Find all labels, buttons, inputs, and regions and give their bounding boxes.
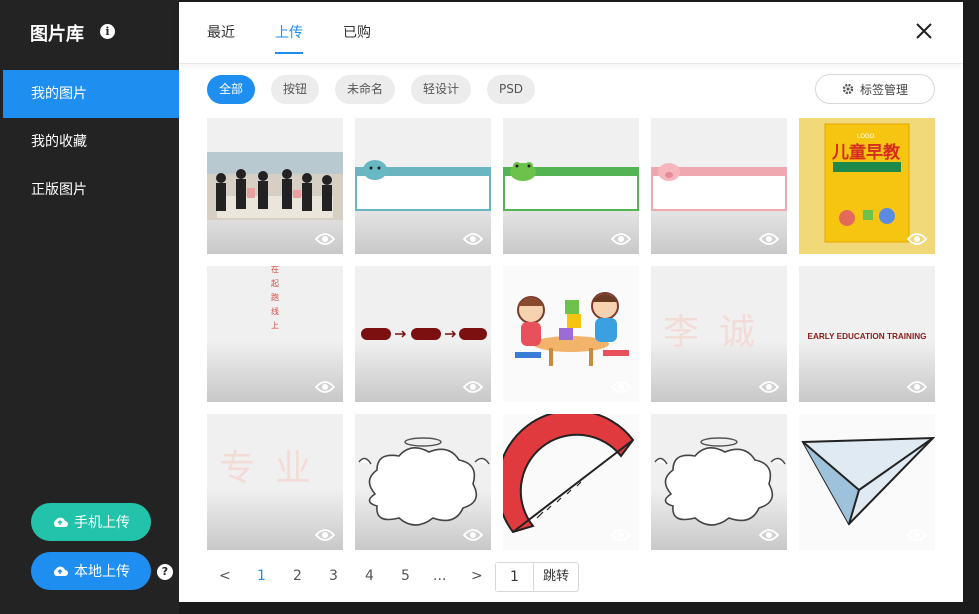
preview-eye-icon[interactable]	[907, 232, 927, 246]
filter-all[interactable]: 全部	[207, 75, 255, 104]
preview-eye-icon[interactable]	[315, 380, 335, 394]
sidebar-item-my-images[interactable]: 我的图片	[3, 70, 179, 118]
page-5[interactable]: 5	[401, 568, 410, 584]
tag-manage-button[interactable]: 标签管理	[815, 74, 935, 104]
image-thumb-elephant-banner[interactable]	[355, 118, 491, 254]
prev-page-button[interactable]: <	[219, 568, 231, 584]
filter-button[interactable]: 按钮	[271, 75, 319, 104]
gear-icon	[842, 83, 854, 95]
image-thumb-classroom-photo[interactable]	[207, 118, 343, 254]
image-thumb-kids-blocks[interactable]	[503, 266, 639, 402]
early-education-text-label: EARLY EDUCATION TRAINING	[807, 332, 926, 341]
preview-eye-icon[interactable]	[907, 380, 927, 394]
preview-eye-icon[interactable]	[611, 380, 631, 394]
page-ellipsis: ...	[433, 568, 447, 584]
image-thumb-frog-banner[interactable]	[503, 118, 639, 254]
tag-manage-label: 标签管理	[859, 82, 908, 97]
help-icon[interactable]: ?	[157, 564, 173, 580]
page-1[interactable]: 1	[257, 568, 266, 584]
sidebar-title: 图片库	[30, 24, 84, 45]
page-4[interactable]: 4	[365, 568, 374, 584]
sidebar: 图片库 i 我的图片 我的收藏 正版图片 手机上传 本地上传 ?	[0, 0, 179, 614]
tab-recent[interactable]: 最近	[207, 22, 235, 42]
image-thumb-faded-text-2[interactable]: 专业	[207, 414, 343, 550]
filter-light-design[interactable]: 轻设计	[411, 75, 471, 104]
local-upload-label: 本地上传	[74, 564, 130, 580]
page-3[interactable]: 3	[329, 568, 338, 584]
image-thumb-early-education-text[interactable]: EARLY EDUCATION TRAINING	[799, 266, 935, 402]
info-icon[interactable]: i	[100, 24, 115, 39]
mobile-upload-button[interactable]: 手机上传	[31, 503, 151, 541]
cloud-upload-icon	[53, 517, 68, 527]
image-thumb-process-arrows[interactable]	[355, 266, 491, 402]
preview-eye-icon[interactable]	[907, 528, 927, 542]
next-page-button[interactable]: >	[471, 568, 483, 584]
local-upload-button[interactable]: 本地上传	[31, 552, 151, 590]
page-jump: 跳转	[495, 562, 579, 592]
image-thumb-cloud-halo-2[interactable]	[651, 414, 787, 550]
page-jump-input[interactable]	[496, 563, 534, 591]
sidebar-item-licensed[interactable]: 正版图片	[3, 166, 179, 214]
page-2[interactable]: 2	[293, 568, 302, 584]
preview-eye-icon[interactable]	[463, 380, 483, 394]
preview-eye-icon[interactable]	[463, 528, 483, 542]
image-thumb-cloud-halo-1[interactable]	[355, 414, 491, 550]
preview-eye-icon[interactable]	[315, 232, 335, 246]
close-icon[interactable]	[915, 22, 933, 40]
tab-purchased[interactable]: 已购	[343, 22, 371, 42]
faded-text-2-text: 专业	[219, 448, 331, 489]
preview-eye-icon[interactable]	[759, 528, 779, 542]
preview-eye-icon[interactable]	[759, 232, 779, 246]
vertical-slogan-text: 让孩子赢在起跑线上	[271, 266, 280, 335]
preview-eye-icon[interactable]	[759, 380, 779, 394]
image-thumb-paper-plane[interactable]	[799, 414, 935, 550]
preview-eye-icon[interactable]	[611, 528, 631, 542]
preview-eye-icon[interactable]	[315, 528, 335, 542]
filter-unnamed[interactable]: 未命名	[335, 75, 395, 104]
preview-eye-icon[interactable]	[611, 232, 631, 246]
preview-eye-icon[interactable]	[463, 232, 483, 246]
tab-bar: 最近 上传 已购	[179, 2, 963, 64]
image-thumb-pig-banner[interactable]	[651, 118, 787, 254]
sidebar-item-favorites[interactable]: 我的收藏	[3, 118, 179, 166]
mobile-upload-label: 手机上传	[74, 515, 130, 531]
faded-text-1-text: 李诚	[663, 312, 775, 353]
image-thumb-vertical-slogan[interactable]: 让孩子赢在起跑线上	[207, 266, 343, 402]
image-thumb-faded-text-1[interactable]: 李诚	[651, 266, 787, 402]
image-thumb-protractor[interactable]	[503, 414, 639, 550]
image-thumb-early-education-poster[interactable]: LOGO 儿童早教	[799, 118, 935, 254]
filter-psd[interactable]: PSD	[487, 75, 535, 104]
poster-title-text: 儿童早教	[831, 142, 901, 163]
page-jump-button[interactable]: 跳转	[534, 563, 578, 591]
image-library-panel: 最近 上传 已购 全部 按钮 未命名 轻设计 PSD 标签管理 LOGO 儿童早…	[179, 2, 963, 602]
tab-upload[interactable]: 上传	[275, 22, 303, 54]
cloud-upload-icon	[53, 566, 68, 576]
poster-logo-text: LOGO	[857, 134, 875, 140]
